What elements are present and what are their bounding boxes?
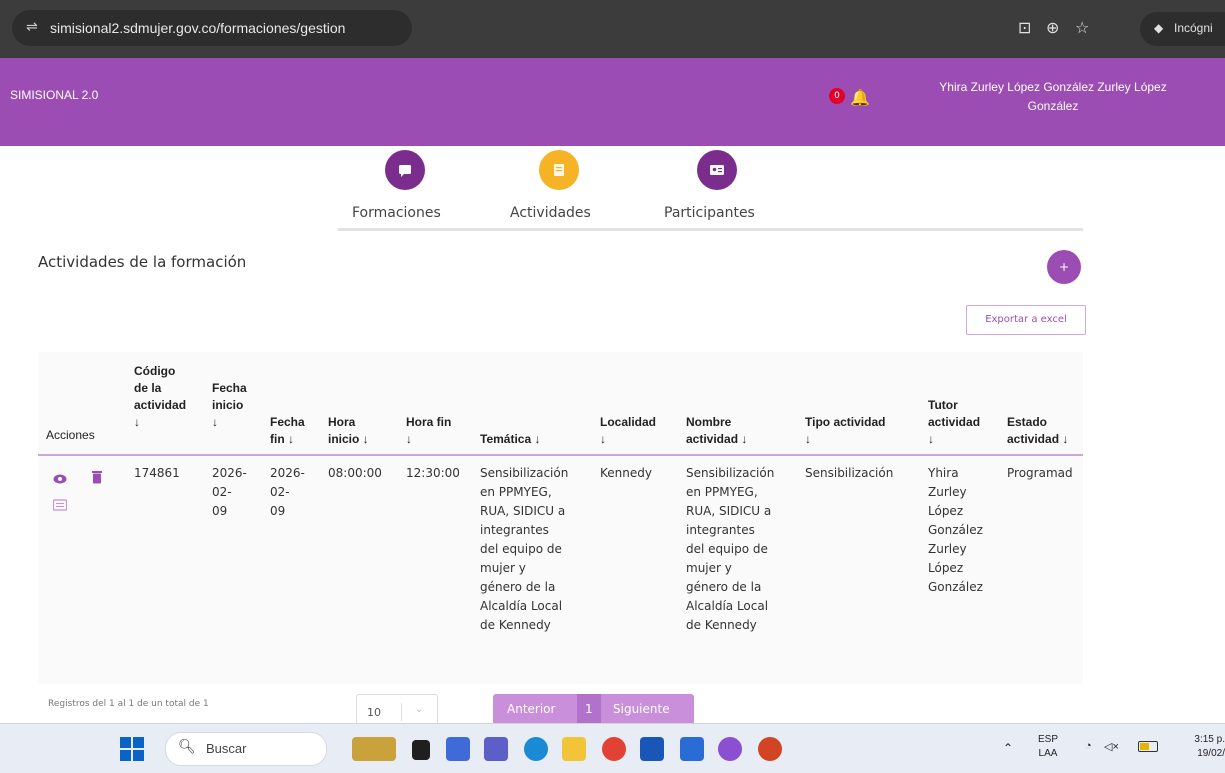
translate-icon[interactable]: ⊡ <box>1018 18 1031 37</box>
bell-icon[interactable]: 🔔 <box>850 88 870 107</box>
cell-codigo: 174861 <box>134 466 180 480</box>
cell-nombre: Sensibilización en PPMYEG, RUA, SIDICU a… <box>686 466 775 632</box>
header-codigo[interactable]: Código de la actividad ↓ <box>134 363 186 431</box>
step-actividades-button[interactable] <box>539 150 579 190</box>
file-explorer-icon[interactable] <box>562 737 586 761</box>
delete-trash-icon[interactable] <box>90 470 104 484</box>
cell-hora-fin: 12:30:00 <box>406 466 460 480</box>
brand-logo-text[interactable]: SIMISIONAL 2.0 <box>10 88 98 102</box>
current-page-number[interactable]: 1 <box>585 702 593 716</box>
document-icon <box>554 164 564 176</box>
cell-tematica: Sensibilización en PPMYEG, RUA, SIDICU a… <box>480 466 569 632</box>
bookmark-star-icon[interactable]: ☆ <box>1075 18 1089 37</box>
clock-time: 3:15 p. <box>1194 734 1225 745</box>
user-name[interactable]: Yhira Zurley López González Zurley López… <box>898 78 1208 116</box>
pagination-control: Anterior 1 Siguiente <box>493 694 694 725</box>
site-settings-icon[interactable]: ⇌ <box>26 19 38 35</box>
section-title: Actividades de la formación <box>38 253 247 271</box>
header-localidad[interactable]: Localidad ↓ <box>600 414 656 448</box>
volume-icon[interactable]: ◁× <box>1104 740 1119 753</box>
battery-icon[interactable] <box>1138 741 1158 752</box>
url-text[interactable]: simisional2.sdmujer.gov.co/formaciones/g… <box>50 20 345 36</box>
prev-page-button[interactable]: Anterior <box>507 702 555 716</box>
windows-taskbar: 🔍︎ Buscar ⌃ ESP LAA ◔ ◁× 3:15 p. 19/02/ <box>0 723 1225 773</box>
step-label-formaciones[interactable]: Formaciones <box>352 205 441 221</box>
header-tutor[interactable]: Tutor actividad ↓ <box>928 397 980 448</box>
step-label-actividades[interactable]: Actividades <box>510 205 591 221</box>
step-formaciones-button[interactable] <box>385 150 425 190</box>
add-activity-button[interactable]: + <box>1047 250 1081 284</box>
copilot-icon[interactable] <box>446 737 470 761</box>
store-icon[interactable] <box>640 737 664 761</box>
page-size-separator <box>401 703 402 721</box>
user-name-line1: Yhira Zurley López González Zurley López <box>939 80 1167 94</box>
participants-card-icon[interactable] <box>53 498 67 512</box>
page-size-value: 10 <box>367 706 381 719</box>
id-card-icon <box>710 165 724 175</box>
chevron-down-icon: ⌄ <box>415 704 424 715</box>
tray-chevron-up-icon[interactable]: ⌃ <box>1003 741 1013 755</box>
chat-icon <box>399 165 411 177</box>
teams-icon[interactable] <box>484 737 508 761</box>
header-estado[interactable]: Estado actividad ↓ <box>1007 414 1068 448</box>
language-indicator[interactable]: ESP LAA <box>1038 733 1058 761</box>
windows-start-icon[interactable] <box>120 737 144 761</box>
records-info: Registros del 1 al 1 de un total de 1 <box>48 699 209 709</box>
clock[interactable]: 3:15 p. 19/02/ <box>1175 733 1225 761</box>
next-page-button[interactable]: Siguiente <box>613 702 670 716</box>
header-fecha-inicio[interactable]: Fecha inicio ↓ <box>212 380 247 431</box>
taskbar-search[interactable]: 🔍︎ Buscar <box>165 732 327 766</box>
header-tematica[interactable]: Temática ↓ <box>480 431 540 448</box>
incognito-icon: ◆ <box>1154 21 1164 35</box>
incognito-label: Incógni <box>1174 21 1213 35</box>
header-tipo[interactable]: Tipo actividad ↓ <box>805 414 885 448</box>
cell-estado: Programad <box>1007 466 1073 480</box>
wifi-icon[interactable]: ◔ <box>1085 740 1092 752</box>
header-divider <box>38 454 1083 456</box>
cell-tipo: Sensibilización <box>805 466 894 480</box>
user-name-line2: González <box>1027 99 1079 113</box>
view-eye-icon[interactable] <box>53 472 67 486</box>
header-hora-fin[interactable]: Hora fin ↓ <box>406 414 451 448</box>
notification-badge[interactable]: 0 <box>829 88 845 104</box>
search-icon: 🔍︎ <box>178 739 196 755</box>
task-view-icon[interactable] <box>412 740 430 760</box>
language-line1: ESP <box>1038 734 1059 745</box>
language-line2: LAA <box>1038 748 1058 759</box>
cell-tutor: Yhira Zurley López González Zurley López… <box>928 466 983 594</box>
word-icon[interactable] <box>680 737 704 761</box>
step-label-participantes[interactable]: Participantes <box>664 205 755 221</box>
export-excel-button[interactable]: Exportar a excel <box>966 305 1086 335</box>
weather-widget-icon[interactable] <box>352 737 396 761</box>
cell-fecha-fin: 2026- 02- 09 <box>270 466 305 518</box>
step-participantes-button[interactable] <box>697 150 737 190</box>
edge-icon[interactable] <box>524 737 548 761</box>
header-fecha-fin[interactable]: Fecha fin ↓ <box>270 414 305 448</box>
chrome-profile-icon[interactable] <box>718 737 742 761</box>
cell-fecha-inicio: 2026- 02- 09 <box>212 466 247 518</box>
chrome-icon[interactable] <box>602 737 626 761</box>
header-nombre[interactable]: Nombre actividad ↓ <box>686 414 747 448</box>
browser-toolbar: ⇌ simisional2.sdmujer.gov.co/formaciones… <box>0 0 1225 58</box>
search-label: Buscar <box>206 741 247 756</box>
clock-date: 19/02/ <box>1197 748 1225 759</box>
incognito-badge[interactable]: ◆ Incógni <box>1140 12 1225 46</box>
steps-divider <box>338 228 1083 231</box>
cell-hora-inicio: 08:00:00 <box>328 466 382 480</box>
cell-localidad: Kennedy <box>600 466 652 480</box>
powerpoint-icon[interactable] <box>758 737 782 761</box>
header-hora-inicio[interactable]: Hora inicio ↓ <box>328 414 369 448</box>
header-acciones: Acciones <box>46 428 95 442</box>
zoom-icon[interactable]: ⊕ <box>1046 18 1059 37</box>
